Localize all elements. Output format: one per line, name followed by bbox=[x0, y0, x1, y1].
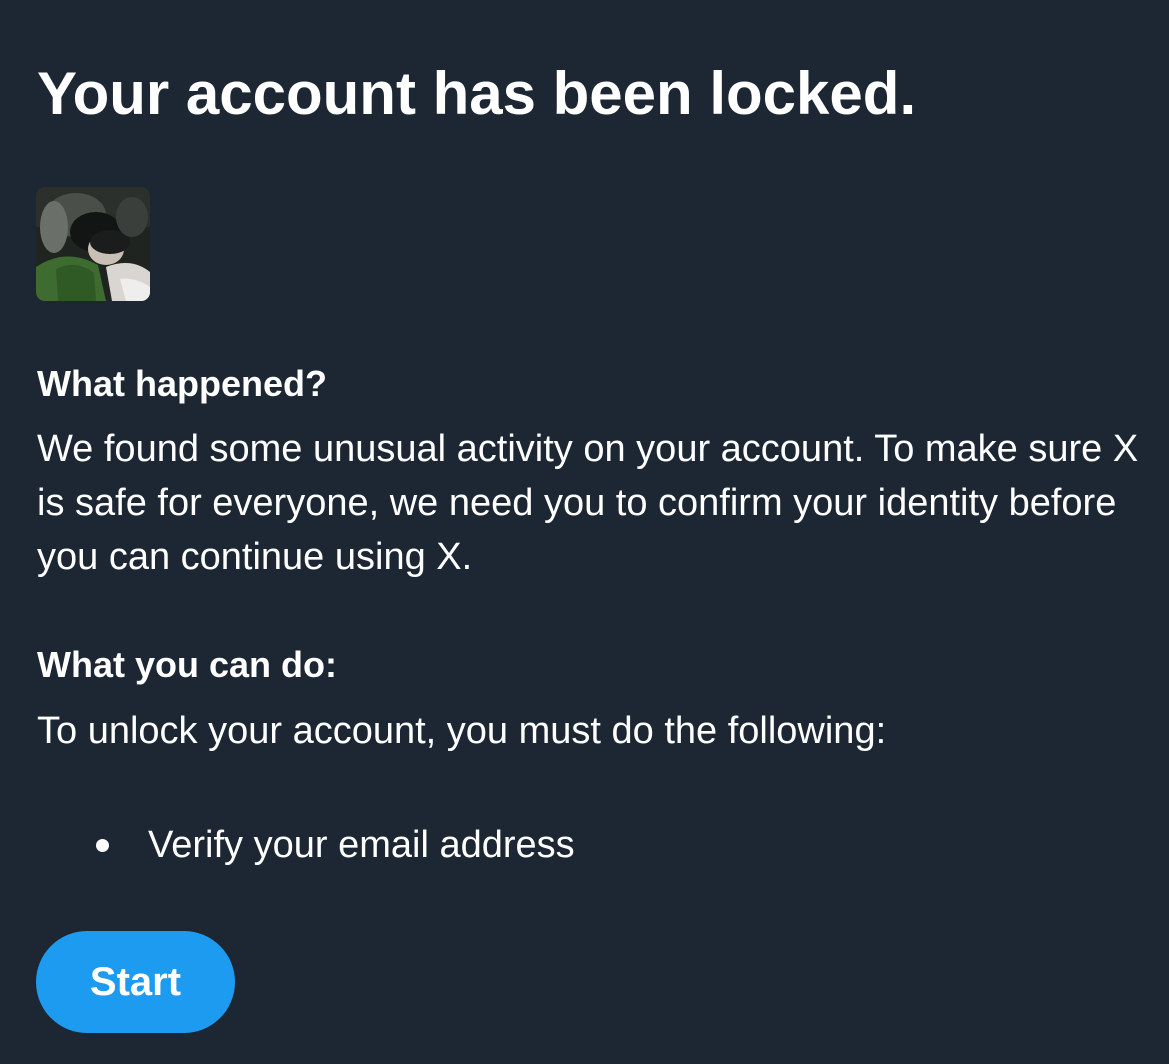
avatar bbox=[36, 187, 150, 301]
start-button[interactable]: Start bbox=[36, 931, 235, 1033]
profile-photo-icon bbox=[36, 187, 150, 301]
page-title: Your account has been locked. bbox=[37, 60, 917, 127]
step-label: Verify your email address bbox=[148, 824, 575, 866]
what-you-can-do-text: To unlock your account, you must do the … bbox=[37, 710, 887, 752]
bullet-icon bbox=[96, 838, 109, 852]
what-happened-text: We found some unusual activity on your a… bbox=[37, 428, 1139, 578]
steps-list: Verify your email address bbox=[92, 818, 575, 872]
account-locked-page: Your account has been locked. What happe… bbox=[0, 0, 1169, 1064]
what-happened-heading: What happened? bbox=[37, 363, 327, 404]
list-item: Verify your email address bbox=[92, 818, 575, 872]
what-you-can-do-heading: What you can do: bbox=[37, 644, 337, 685]
